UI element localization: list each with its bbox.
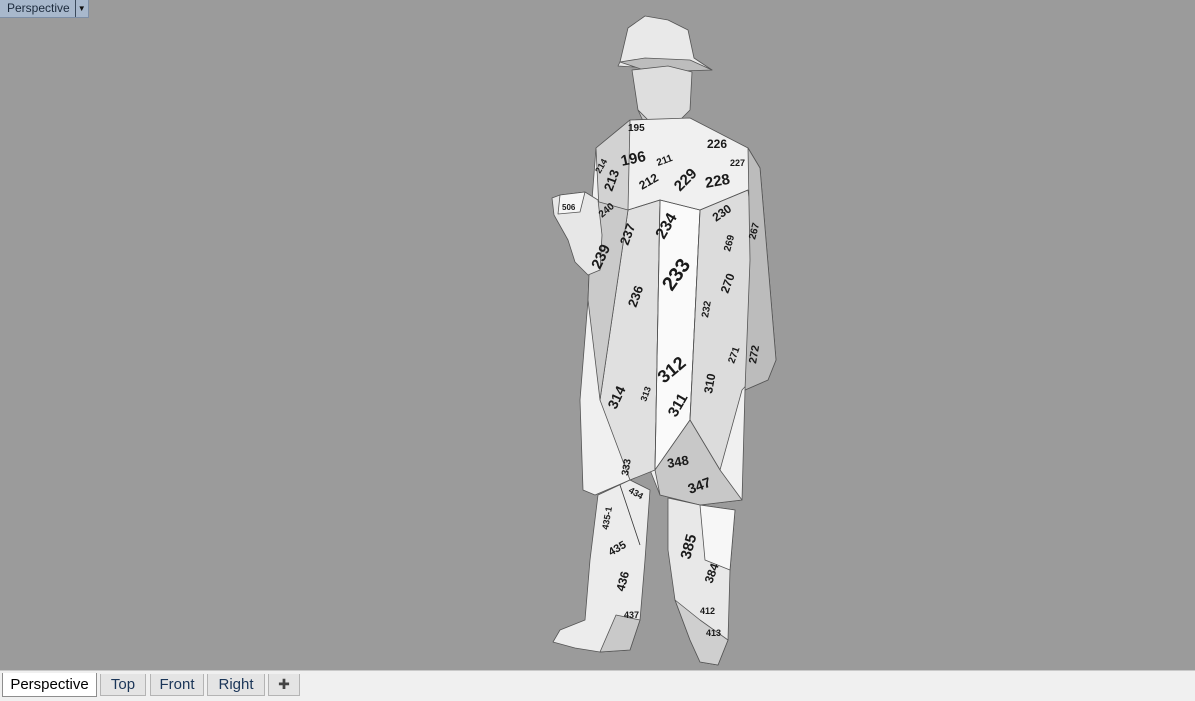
face-label: 413 xyxy=(706,628,721,638)
face-label: 227 xyxy=(730,158,745,168)
plus-icon[interactable]: ✚ xyxy=(268,674,300,696)
face-label: 506 xyxy=(562,203,576,212)
face-label: 437 xyxy=(624,610,639,620)
face-label: 412 xyxy=(700,606,715,616)
tab-top[interactable]: Top xyxy=(100,674,146,696)
viewport-perspective[interactable]: 195 196 214 213 212 211 226 227 229 228 … xyxy=(0,0,1195,670)
low-poly-figure-model: 195 196 214 213 212 211 226 227 229 228 … xyxy=(551,15,777,666)
dropdown-arrow-icon[interactable]: ▼ xyxy=(74,0,88,17)
face-label: 195 xyxy=(628,123,645,134)
tab-front[interactable]: Front xyxy=(150,674,204,696)
tab-right[interactable]: Right xyxy=(207,674,265,696)
viewport-title-bar[interactable]: Perspective ▼ xyxy=(0,0,89,18)
viewport-tab-bar: Perspective Top Front Right ✚ xyxy=(0,670,1195,701)
tab-perspective[interactable]: Perspective xyxy=(2,673,97,697)
viewport-title[interactable]: Perspective xyxy=(0,0,75,17)
face-label: 226 xyxy=(707,137,727,151)
